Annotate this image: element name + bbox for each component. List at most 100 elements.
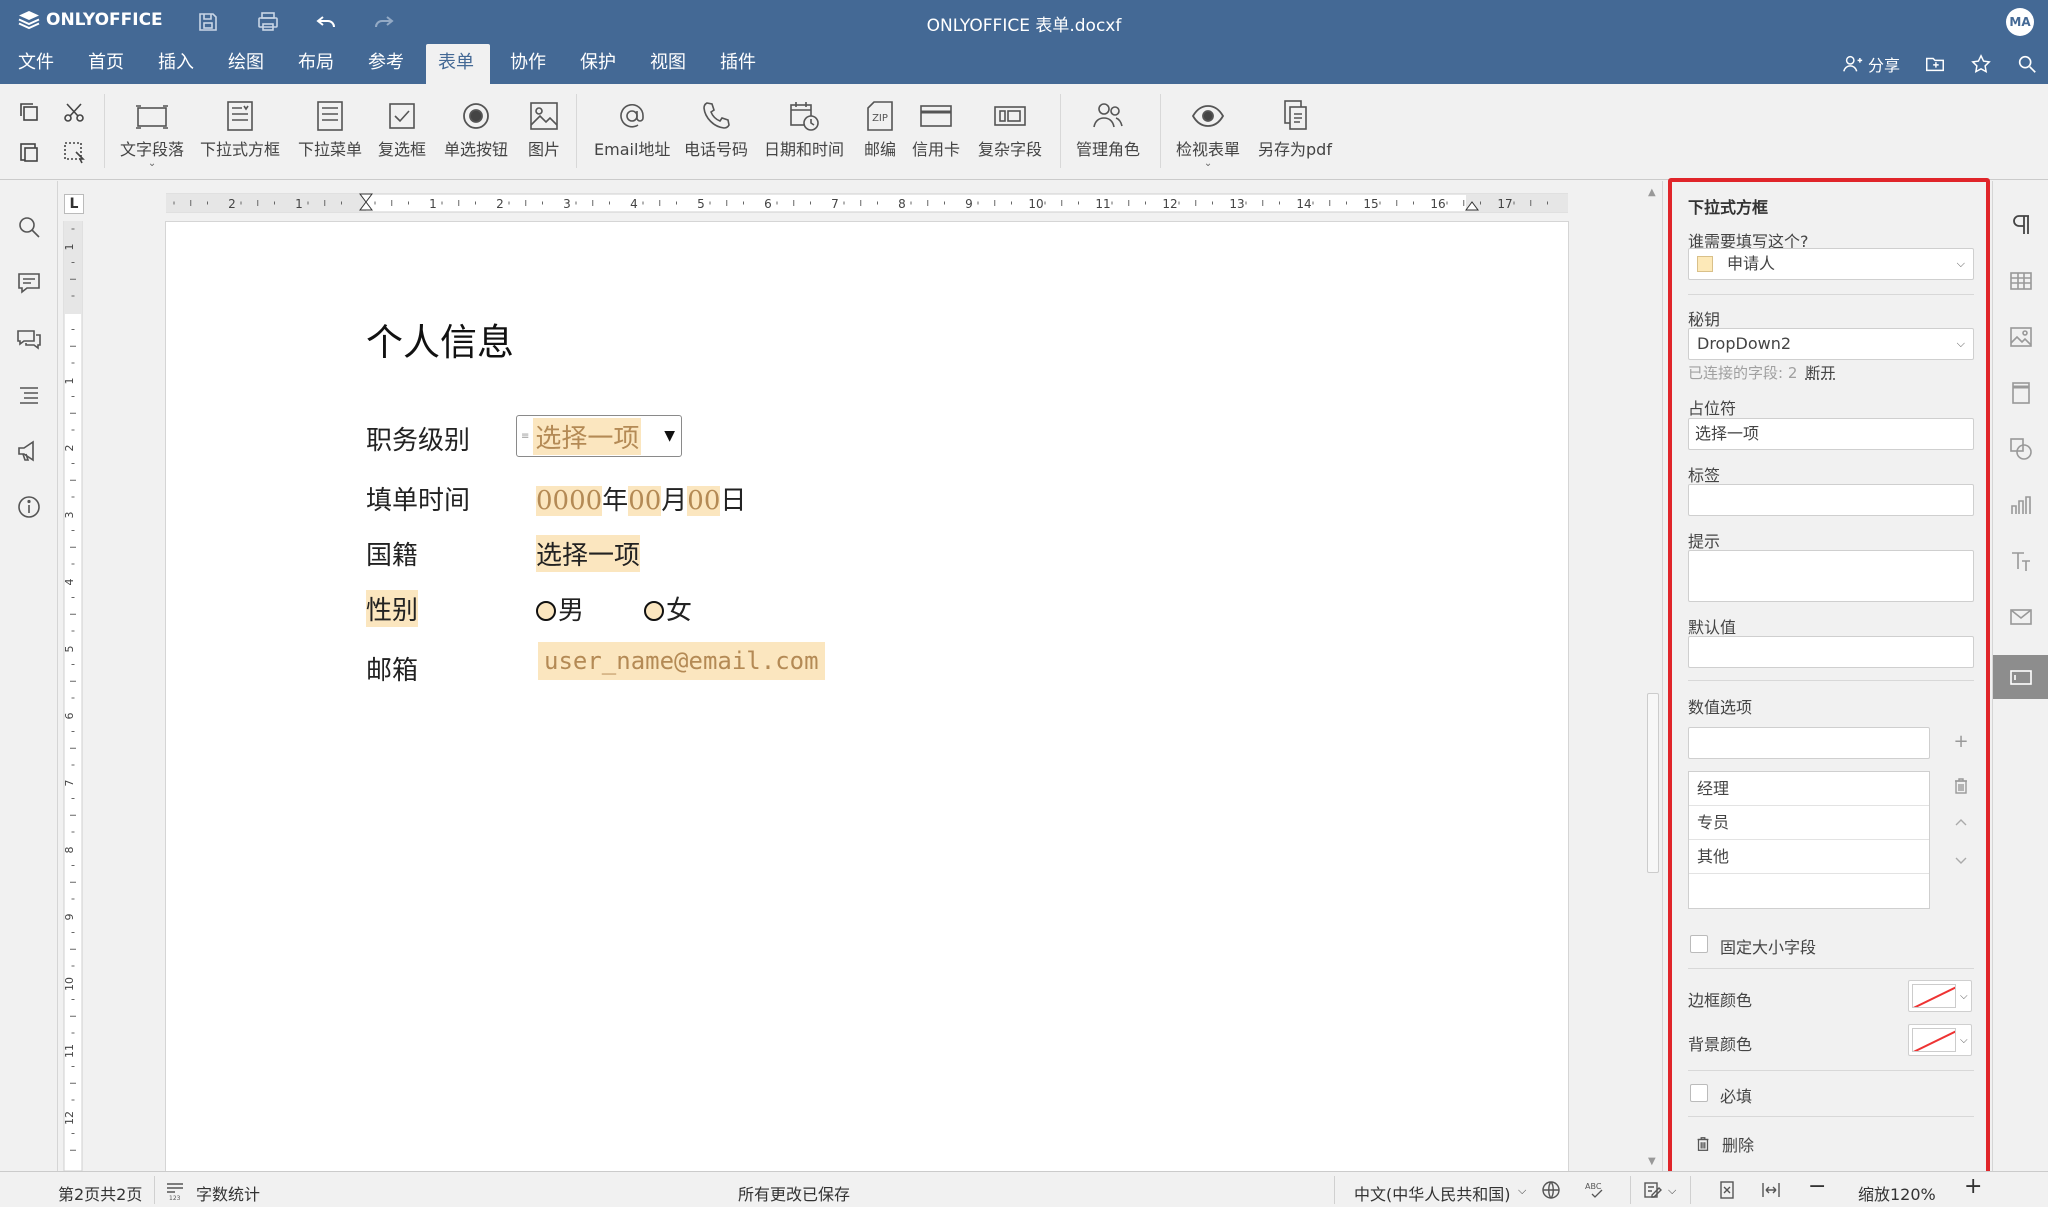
spellcheck-icon[interactable]: ABC — [1584, 1179, 1606, 1201]
disconnect-link[interactable]: 断开 — [1805, 364, 1835, 382]
cut-icon[interactable] — [60, 98, 88, 126]
email-field[interactable]: user_name@email.com — [538, 642, 825, 680]
tab-collaboration[interactable]: 协作 — [498, 44, 558, 84]
tab-file[interactable]: 文件 — [6, 44, 66, 84]
move-option-down-button[interactable] — [1950, 850, 1972, 872]
border-color-picker[interactable]: ⌵ — [1908, 980, 1972, 1012]
tab-view[interactable]: 视图 — [638, 44, 698, 84]
header-footer-icon[interactable] — [2007, 379, 2035, 407]
date-time-button[interactable]: 日期和时间 — [764, 98, 844, 160]
track-changes-icon[interactable] — [1642, 1179, 1664, 1201]
user-avatar[interactable]: MA — [2006, 8, 2034, 36]
paste-icon[interactable] — [15, 138, 43, 166]
image-settings-icon[interactable] — [2007, 323, 2035, 351]
caret-down-icon[interactable]: ▼ — [664, 428, 675, 444]
about-icon[interactable] — [15, 493, 43, 521]
checkbox-button[interactable]: 复选框 — [378, 98, 426, 160]
complex-field-button[interactable]: 复杂字段 — [978, 98, 1042, 160]
who-fills-select[interactable]: 申请人 ⌵ — [1688, 248, 1974, 280]
language-select[interactable]: 中文(中华人民共和国) — [1354, 1181, 1511, 1205]
date-month[interactable]: 00 — [628, 486, 662, 516]
scroll-down-icon[interactable]: ▼ — [1648, 1156, 1656, 1167]
chevron-down-icon[interactable]: ⌵ — [1518, 1184, 1526, 1198]
chevron-down-icon[interactable]: ⌵ — [1668, 1184, 1676, 1198]
text-field-button[interactable]: 文字段落 ⌄ — [120, 98, 184, 169]
word-count-button[interactable]: 字数统计 — [196, 1181, 260, 1205]
tab-plugins[interactable]: 插件 — [708, 44, 768, 84]
globe-icon[interactable] — [1540, 1179, 1562, 1201]
date-year[interactable]: 0000 — [536, 486, 603, 516]
search-button[interactable] — [2016, 53, 2038, 75]
zip-code-button[interactable]: ZIP 邮编 — [862, 98, 898, 160]
scroll-up-icon[interactable]: ▲ — [1648, 187, 1656, 198]
share-button[interactable]: 分享 — [1842, 52, 1900, 76]
fixed-size-checkbox[interactable] — [1690, 935, 1708, 953]
select-all-icon[interactable] — [60, 138, 88, 166]
table-settings-icon[interactable] — [2007, 267, 2035, 295]
new-option-input[interactable] — [1688, 727, 1930, 759]
gender-male-option[interactable]: 男 — [536, 590, 584, 627]
word-count-icon[interactable]: 123 — [164, 1179, 186, 1201]
mail-merge-icon[interactable] — [2007, 603, 2035, 631]
copy-icon[interactable] — [15, 98, 43, 126]
favorite-button[interactable] — [1970, 53, 1992, 75]
combo-box-button[interactable]: 下拉式方框 — [200, 98, 280, 160]
manage-roles-button[interactable]: 管理角色 — [1076, 98, 1140, 160]
tab-layout[interactable]: 布局 — [286, 44, 346, 84]
save-as-pdf-button[interactable]: 另存为pdf — [1258, 98, 1332, 160]
open-location-button[interactable] — [1924, 53, 1946, 75]
tab-home[interactable]: 首页 — [76, 44, 136, 84]
shape-settings-icon[interactable] — [2007, 435, 2035, 463]
delete-field-button[interactable]: 删除 — [1694, 1132, 1754, 1156]
tab-references[interactable]: 参考 — [356, 44, 416, 84]
form-settings-icon[interactable] — [2007, 663, 2035, 691]
background-color-picker[interactable]: ⌵ — [1908, 1024, 1972, 1056]
date-field[interactable]: 0000年00月00日 — [536, 480, 746, 517]
tab-stop-selector[interactable]: L — [64, 194, 84, 214]
radio-button-tool[interactable]: 单选按钮 — [444, 98, 508, 160]
image-field-button[interactable]: 图片 — [526, 98, 562, 160]
credit-card-button[interactable]: 信用卡 — [912, 98, 960, 160]
key-select[interactable]: DropDown2 ⌵ — [1688, 328, 1974, 360]
vertical-ruler[interactable]: 1123456789101112 — [62, 221, 84, 1171]
add-option-button[interactable]: + — [1950, 731, 1972, 753]
phone-field-button[interactable]: 电话号码 — [684, 98, 748, 160]
vertical-scrollbar[interactable]: ▲ ▼ — [1644, 183, 1662, 1171]
hint-textarea[interactable] — [1688, 550, 1974, 602]
view-form-button[interactable]: 检视表單 ⌄ — [1176, 98, 1240, 169]
find-icon[interactable] — [15, 213, 43, 241]
move-option-up-button[interactable] — [1950, 812, 1972, 834]
zoom-level[interactable]: 缩放120% — [1858, 1181, 1936, 1205]
horizontal-ruler[interactable]: 2 1 1 2 3 4 5 6 7 8 9 10 11 12 13 14 15 16 17 — [166, 192, 1568, 214]
chart-settings-icon[interactable] — [2007, 491, 2035, 519]
list-item[interactable]: 专员 — [1689, 806, 1929, 840]
required-checkbox[interactable] — [1690, 1084, 1708, 1102]
tab-forms[interactable]: 表单 — [426, 44, 490, 84]
fit-width-icon[interactable] — [1760, 1179, 1782, 1201]
document-page[interactable]: 个人信息 职务级别 ≡ 选择一项 ▼ 填单时间 0000年00月00日 国籍 选… — [166, 222, 1568, 1172]
nationality-dropdown-field[interactable]: 选择一项 — [536, 535, 641, 572]
zoom-out-button[interactable]: − — [1808, 1174, 1826, 1199]
level-dropdown-field[interactable]: ≡ 选择一项 ▼ — [516, 415, 682, 457]
paragraph-settings-icon[interactable] — [2007, 211, 2035, 239]
comments-icon[interactable] — [15, 269, 43, 297]
list-item[interactable]: 其他 — [1689, 840, 1929, 874]
dropdown-list-button[interactable]: 下拉菜单 — [298, 98, 362, 160]
tab-insert[interactable]: 插入 — [146, 44, 206, 84]
feedback-icon[interactable] — [15, 437, 43, 465]
navigation-icon[interactable] — [15, 381, 43, 409]
tab-protection[interactable]: 保护 — [568, 44, 628, 84]
email-field-button[interactable]: Email地址 — [594, 98, 670, 160]
scrollbar-thumb[interactable] — [1647, 693, 1659, 873]
placeholder-input[interactable]: 选择一项 — [1688, 418, 1974, 450]
date-day[interactable]: 00 — [687, 486, 721, 516]
radio-male[interactable] — [536, 601, 556, 621]
text-art-icon[interactable] — [2007, 547, 2035, 575]
tab-draw[interactable]: 绘图 — [216, 44, 276, 84]
zoom-in-button[interactable]: + — [1964, 1174, 1982, 1199]
delete-option-button[interactable] — [1950, 776, 1972, 798]
page-indicator[interactable]: 第2页共2页 — [58, 1181, 142, 1205]
chat-icon[interactable] — [15, 325, 43, 353]
fit-page-icon[interactable] — [1716, 1179, 1738, 1201]
drag-handle-icon[interactable]: ≡ — [521, 431, 529, 442]
